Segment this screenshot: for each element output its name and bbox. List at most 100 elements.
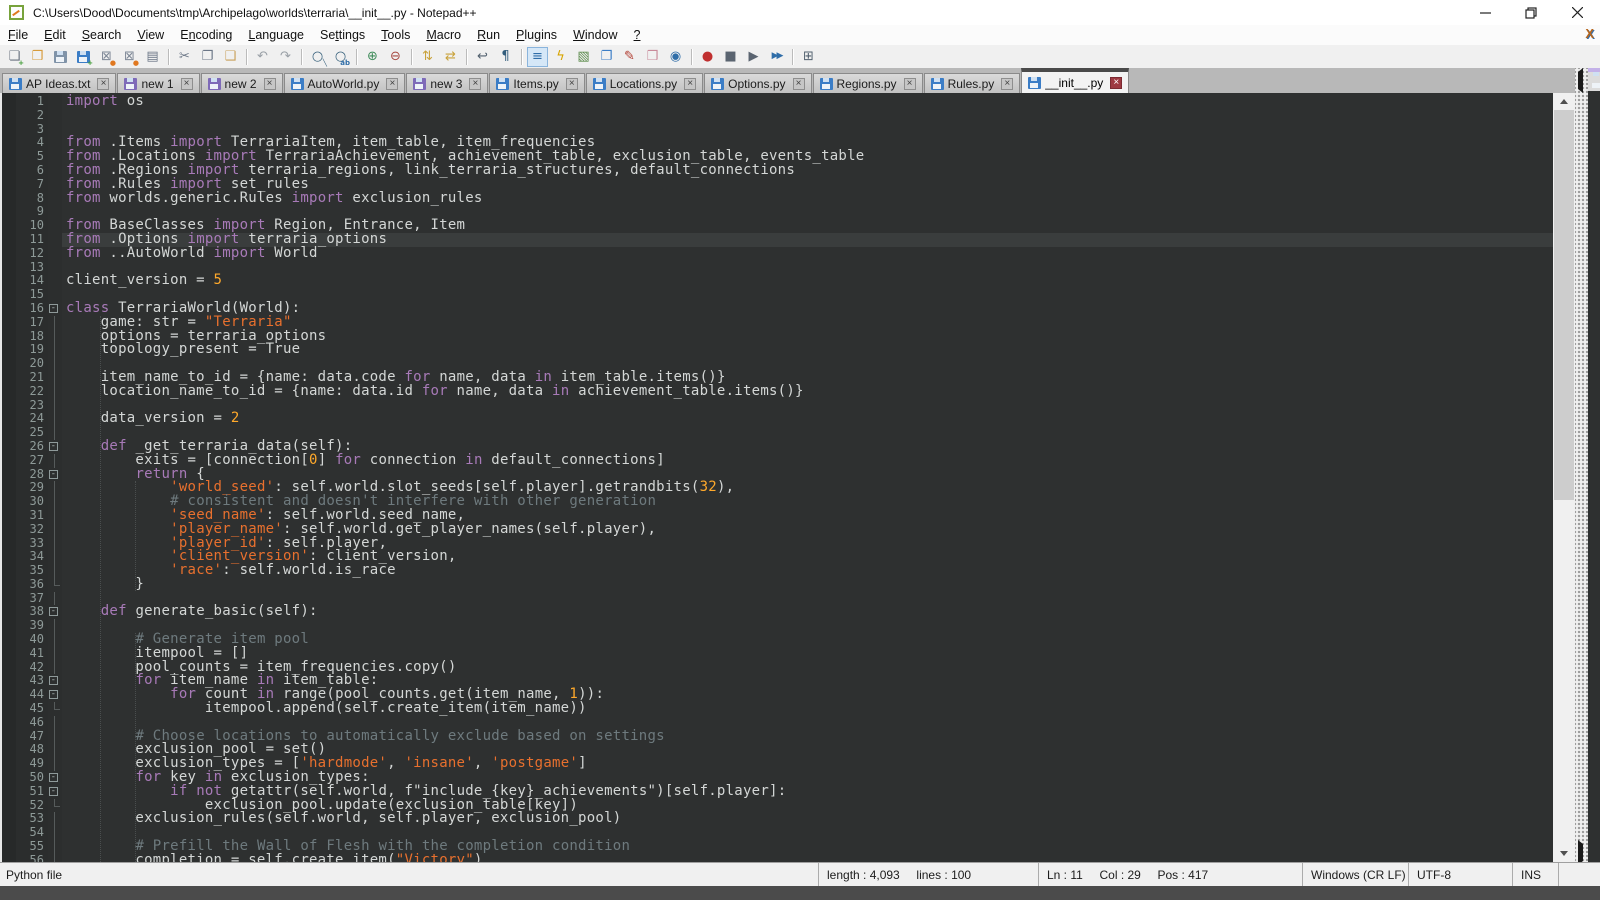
docked-panel-tab[interactable] <box>1588 72 1600 91</box>
undo-icon[interactable]: ↶ <box>252 47 273 67</box>
new-file-icon[interactable]: ❏+ <box>4 47 25 67</box>
floppy-icon <box>208 78 221 90</box>
menu-settings[interactable]: Settings <box>312 26 373 44</box>
tab-close-icon[interactable]: × <box>684 78 696 90</box>
fold-marker[interactable]: - <box>48 302 62 316</box>
status-insert-mode[interactable]: INS <box>1512 863 1558 886</box>
tab-options-py[interactable]: Options.py× <box>704 73 811 93</box>
open-folder-icon[interactable]: ❒ <box>27 47 48 67</box>
tab-close-icon[interactable]: × <box>904 78 916 90</box>
menu-encoding[interactable]: Encoding <box>172 26 240 44</box>
restore-button[interactable] <box>1508 0 1554 25</box>
save-all-icon[interactable]: + <box>73 47 94 67</box>
tab-autoworld-py[interactable]: AutoWorld.py× <box>284 73 406 93</box>
minimize-button[interactable] <box>1462 0 1508 25</box>
tab-close-icon[interactable]: × <box>264 78 276 90</box>
close-button[interactable] <box>1554 0 1600 25</box>
line-number: 55 <box>2 840 48 854</box>
fold-marker[interactable]: - <box>48 674 62 688</box>
tab-ap-ideas-txt[interactable]: AP Ideas.txt× <box>2 73 116 93</box>
menu-macro[interactable]: Macro <box>418 26 469 44</box>
menu-edit[interactable]: Edit <box>36 26 74 44</box>
tab-close-icon[interactable]: × <box>469 78 481 90</box>
monitoring-icon[interactable]: ◉ <box>665 47 686 67</box>
tab-rules-py[interactable]: Rules.py× <box>924 73 1021 93</box>
define-language-icon[interactable]: ϟ <box>550 47 571 67</box>
word-wrap-icon[interactable]: ↩ <box>472 47 493 67</box>
tab-new-3[interactable]: new 3 × <box>406 73 488 93</box>
menu-file[interactable]: File <box>0 26 36 44</box>
menu-help[interactable]: ? <box>626 26 649 44</box>
fold-marker[interactable]: - <box>48 605 62 619</box>
status-encoding[interactable]: UTF-8 <box>1408 863 1512 886</box>
menu-tools[interactable]: Tools <box>373 26 418 44</box>
tab-new-2[interactable]: new 2× <box>201 73 283 93</box>
menubar-close-document-button[interactable]: X <box>1585 26 1594 41</box>
tab-close-icon[interactable]: × <box>1110 77 1122 89</box>
sync-horizontal-icon[interactable]: ⇄ <box>440 47 461 67</box>
collapse-right-arrow-icon[interactable] <box>1578 844 1583 862</box>
macro-stop-icon[interactable]: ■ <box>720 47 741 67</box>
sync-vertical-icon[interactable]: ⇅ <box>417 47 438 67</box>
fold-marker[interactable]: - <box>48 688 62 702</box>
zoom-out-icon[interactable]: ⊖ <box>385 47 406 67</box>
tab-close-icon[interactable]: × <box>1001 78 1013 90</box>
tab-close-icon[interactable]: × <box>386 78 398 90</box>
tab-close-icon[interactable]: × <box>181 78 193 90</box>
tab-close-icon[interactable]: × <box>793 78 805 90</box>
line-number: 10 <box>2 219 48 233</box>
print-icon[interactable]: ▤ <box>142 47 163 67</box>
line-number: 2 <box>2 109 48 123</box>
tab-label: new 3 <box>430 77 462 91</box>
menu-search[interactable]: Search <box>74 26 130 44</box>
tab-regions-py[interactable]: Regions.py× <box>813 73 923 93</box>
menu-window[interactable]: Window <box>565 26 625 44</box>
macro-play-icon[interactable]: ▶ <box>743 47 764 67</box>
redo-icon[interactable]: ↷ <box>275 47 296 67</box>
menu-language[interactable]: Language <box>240 26 312 44</box>
floppy-icon <box>931 78 944 90</box>
macro-run-multiple-icon[interactable]: ▶▶ <box>766 47 787 67</box>
save-icon[interactable] <box>50 47 71 67</box>
close-doc-icon[interactable]: ⊠● <box>96 47 117 67</box>
fold-marker[interactable]: - <box>48 785 62 799</box>
fold-marker[interactable]: - <box>48 468 62 482</box>
tab-init-py[interactable]: __init__.py× <box>1021 68 1129 93</box>
scroll-up-button[interactable] <box>1553 93 1575 110</box>
collapse-left-arrow-icon[interactable] <box>1578 72 1583 90</box>
code-editor[interactable]: 1import os234from .Items import Terraria… <box>0 93 1553 862</box>
tab-new-1[interactable]: new 1× <box>117 73 199 93</box>
paste-icon[interactable]: ❑ <box>220 47 241 67</box>
vertical-scrollbar[interactable] <box>1553 93 1575 862</box>
tab-close-icon[interactable]: × <box>97 78 109 90</box>
status-eol-format[interactable]: Windows (CR LF) <box>1302 863 1408 886</box>
fold-marker <box>48 812 62 826</box>
menu-plugins[interactable]: Plugins <box>508 26 565 44</box>
tab-locations-py[interactable]: Locations.py× <box>586 73 703 93</box>
function-list-icon[interactable]: ✎ <box>619 47 640 67</box>
code-text: from worlds.generic.Rules import exclusi… <box>62 192 1553 206</box>
menu-view[interactable]: View <box>129 26 172 44</box>
scroll-down-button[interactable] <box>1553 845 1575 862</box>
fold-marker[interactable]: - <box>48 440 62 454</box>
replace-icon[interactable]: ○ab <box>330 47 351 67</box>
tab-close-icon[interactable]: × <box>566 78 578 90</box>
show-all-characters-icon[interactable]: ¶ <box>495 47 516 67</box>
floppy-icon <box>291 78 304 90</box>
find-icon[interactable]: ○╲ <box>307 47 328 67</box>
cut-icon[interactable]: ✂ <box>174 47 195 67</box>
zoom-in-icon[interactable]: ⊕ <box>362 47 383 67</box>
dock-splitter-grip[interactable] <box>1575 68 1588 866</box>
macro-save-icon[interactable]: ⊞ <box>798 47 819 67</box>
copy-icon[interactable]: ❐ <box>197 47 218 67</box>
folder-as-workspace-icon[interactable]: ❒ <box>642 47 663 67</box>
show-indent-guide-icon[interactable]: ≡ <box>527 47 548 67</box>
menu-run[interactable]: Run <box>469 26 508 44</box>
macro-record-icon[interactable]: ● <box>697 47 718 67</box>
scrollbar-thumb[interactable] <box>1554 110 1574 500</box>
fold-marker[interactable]: - <box>48 771 62 785</box>
document-list-icon[interactable]: ❐ <box>596 47 617 67</box>
document-map-icon[interactable]: ▧ <box>573 47 594 67</box>
tab-items-py[interactable]: Items.py× <box>489 73 584 93</box>
close-all-docs-icon[interactable]: ⊠● <box>119 47 140 67</box>
